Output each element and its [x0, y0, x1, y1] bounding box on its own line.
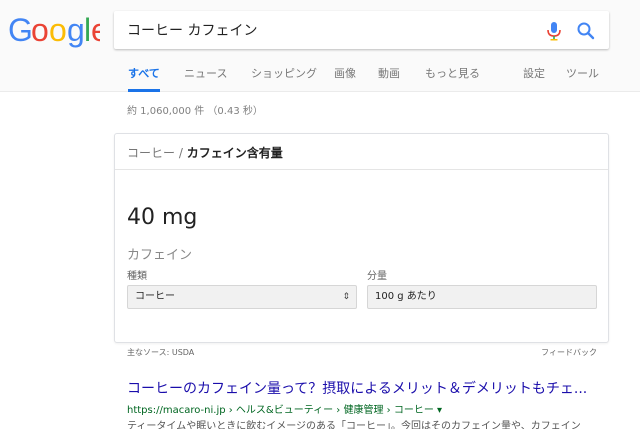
search-input[interactable]: [127, 11, 537, 49]
card-breadcrumb-prefix[interactable]: コーヒー /: [127, 146, 187, 160]
card-breadcrumb-title: カフェイン含有量: [186, 146, 283, 160]
tab-settings[interactable]: 設定: [523, 64, 545, 92]
knowledge-card: コーヒー / カフェイン含有量 40 mg カフェイン 種類 コーヒー ⇕ 分量…: [114, 133, 609, 343]
tab-news[interactable]: ニュース: [184, 64, 227, 92]
result-stats: 約 1,060,000 件 （0.43 秒）: [127, 106, 263, 117]
amount-select-value: 100 g あたり: [375, 291, 437, 302]
result-title-link[interactable]: コーヒーのカフェイン量って？摂取によるメリット＆デメリットもチェ...: [127, 378, 607, 398]
caffeine-value: 40 mg: [127, 205, 198, 230]
magnifier-icon: [577, 22, 595, 40]
amount-label: 分量: [367, 271, 387, 282]
feedback-link[interactable]: フィードバック: [541, 347, 597, 358]
logo-letter-o1: o: [31, 13, 49, 48]
tab-more[interactable]: もっと見る: [425, 64, 480, 92]
tab-all[interactable]: すべて: [128, 64, 160, 92]
card-divider: [115, 169, 608, 170]
caffeine-label: カフェイン: [127, 248, 193, 263]
logo-letter-e: e: [91, 13, 100, 48]
tab-images[interactable]: 画像: [334, 64, 356, 92]
source-text: 主なソース: USDA: [127, 348, 195, 357]
amount-select[interactable]: 100 g あたり: [367, 285, 597, 309]
result-snippet: ティータイムや眠いときに飲むイメージのある「コーヒー」。今回はそのカフェイン量や…: [127, 421, 581, 429]
result-url[interactable]: https://macaro-ni.jp › ヘルス&ビューティー › 健康管理…: [127, 401, 442, 416]
logo-letter-o2: o: [49, 13, 67, 48]
logo-letter-g2: g: [67, 13, 85, 48]
type-label: 種類: [127, 271, 147, 282]
tab-videos[interactable]: 動画: [378, 64, 400, 92]
google-logo[interactable]: G o o g l e: [8, 12, 109, 49]
type-select[interactable]: コーヒー ⇕: [127, 285, 357, 309]
microphone-icon[interactable]: [545, 21, 563, 41]
search-box: [114, 11, 609, 49]
card-breadcrumb: コーヒー / カフェイン含有量: [127, 144, 283, 161]
type-select-value: コーヒー: [135, 291, 175, 302]
updown-arrows-icon: ⇕: [342, 292, 350, 302]
search-tabs: すべて ニュース ショッピング 画像 動画 もっと見る 設定 ツール: [114, 64, 614, 92]
logo-letter-g1: G: [8, 13, 33, 48]
tab-tools[interactable]: ツール: [566, 64, 599, 92]
tab-shopping[interactable]: ショッピング: [251, 64, 317, 92]
search-header: G o o g l e すべて ニュース ショッピング: [0, 0, 640, 92]
search-button[interactable]: [574, 19, 598, 43]
